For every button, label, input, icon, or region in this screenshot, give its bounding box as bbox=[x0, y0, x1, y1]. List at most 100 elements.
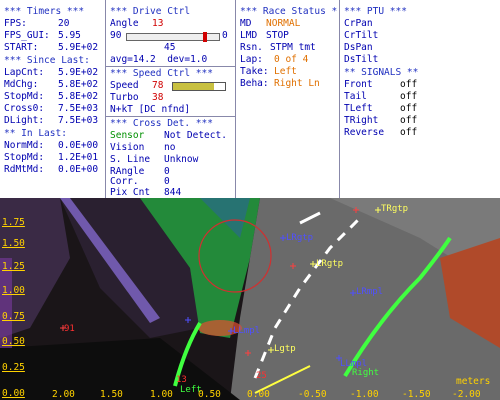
drive-column: *** Drive Ctrl Angle 13 90 0 45 avg=14.2… bbox=[106, 0, 236, 198]
signal-label-tleft: TLeft bbox=[344, 103, 373, 114]
inlast-label-stopmd: StopMd: bbox=[4, 152, 45, 163]
turbo-value: 38 bbox=[152, 92, 164, 103]
race-value-lmd: STOP bbox=[266, 30, 289, 41]
marker-label-91: 91 bbox=[64, 324, 75, 334]
ptu-item-dstilt[interactable]: DsTilt bbox=[344, 54, 378, 65]
sensor-value: Not Detect. bbox=[164, 130, 227, 141]
since-label-dlight: DLight: bbox=[4, 115, 45, 126]
slider-max-label: 0 bbox=[222, 30, 228, 41]
camera-scene: TRgtp LRgtp LRgtp LRmpl LLmpl Lgtp LLmpl… bbox=[0, 198, 500, 400]
speed-bar-fill bbox=[173, 83, 214, 90]
signal-label-reverse: Reverse bbox=[344, 127, 385, 138]
since-value-lapcnt: 5.9E+02 bbox=[58, 67, 99, 78]
speed-label: Speed bbox=[110, 80, 139, 91]
signal-value-tail: off bbox=[400, 91, 418, 102]
inlast-value-normmd: 0.0E+00 bbox=[58, 140, 99, 151]
race-label-beha: Beha: bbox=[240, 78, 269, 89]
nkt-text: N+kT [DC nfnd] bbox=[110, 104, 191, 115]
slider-mid-label: 45 bbox=[164, 42, 176, 53]
race-label-rsn: Rsn. bbox=[240, 42, 263, 53]
since-value-cross0: 7.5E+03 bbox=[58, 103, 99, 114]
race-label-lap: Lap: bbox=[240, 54, 263, 65]
speed-value: 78 bbox=[152, 80, 164, 91]
race-status-column: *** Race Status * MD NORMAL LMD STOP Rsn… bbox=[236, 0, 340, 198]
since-label-cross0: Cross0: bbox=[4, 103, 45, 114]
since-value-stopmd: 5.8E+02 bbox=[58, 91, 99, 102]
race-value-md: NORMAL bbox=[266, 18, 301, 29]
x-tick-1-50: 1.50 bbox=[100, 389, 123, 400]
race-label-lmd: LMD bbox=[240, 30, 258, 41]
inlast-label-rdmtmd: RdMtMd: bbox=[4, 164, 45, 175]
y-tick-0-25: 0.25 bbox=[2, 362, 25, 373]
y-tick-1-50: 1.50 bbox=[2, 238, 25, 249]
y-tick-0-00: 0.00 bbox=[2, 388, 25, 399]
slider-min-label: 90 bbox=[110, 30, 122, 41]
ptu-title: *** PTU *** bbox=[344, 6, 407, 17]
divider bbox=[106, 66, 235, 67]
ptu-item-crpan[interactable]: CrPan bbox=[344, 18, 373, 29]
camera-view[interactable]: TRgtp LRgtp LRgtp LRmpl LLmpl Lgtp LLmpl… bbox=[0, 198, 500, 400]
marker-label-right: Right bbox=[352, 368, 379, 378]
y-tick-1-75: 1.75 bbox=[2, 217, 25, 228]
race-label-take: Take: bbox=[240, 66, 269, 77]
pix-label: Pix Cnt bbox=[110, 187, 151, 198]
signal-label-tright: TRight bbox=[344, 115, 379, 126]
sline-value: Unknow bbox=[164, 154, 199, 165]
avg-dev-text: avg=14.2 dev=1.0 bbox=[110, 54, 208, 65]
timers-column: *** Timers *** FPS: 20 FPS_GUI: 5.95 STA… bbox=[0, 0, 106, 198]
race-value-beha: Right Ln bbox=[274, 78, 320, 89]
race-value-take: Left bbox=[274, 66, 297, 77]
ptu-item-dspan[interactable]: DsPan bbox=[344, 42, 373, 53]
timer-label-start: START: bbox=[4, 42, 39, 53]
in-last-title: ** In Last: bbox=[4, 128, 67, 139]
corr-value: 0 bbox=[164, 176, 170, 187]
signal-value-tleft: off bbox=[400, 103, 418, 114]
timer-value-fps: 20 bbox=[58, 18, 70, 29]
vision-value: no bbox=[164, 142, 176, 153]
marker-label-25: 25 bbox=[256, 371, 267, 381]
y-tick-1-25: 1.25 bbox=[2, 261, 25, 272]
inlast-value-rdmtmd: 0.0E+00 bbox=[58, 164, 99, 175]
since-label-stopmd: StopMd: bbox=[4, 91, 45, 102]
angle-label: Angle bbox=[110, 18, 139, 29]
since-value-dlight: 7.5E+03 bbox=[58, 115, 99, 126]
x-tick-neg-1-00: -1.00 bbox=[350, 389, 379, 400]
inlast-value-stopmd: 1.2E+01 bbox=[58, 152, 99, 163]
divider bbox=[106, 116, 235, 117]
marker-label-13: 13 bbox=[176, 375, 187, 385]
timer-label-fps-gui: FPS_GUI: bbox=[4, 30, 50, 41]
signal-label-front: Front bbox=[344, 79, 373, 90]
turbo-label: Turbo bbox=[110, 92, 139, 103]
since-label-lapcnt: LapCnt: bbox=[4, 67, 45, 78]
timer-value-start: 5.9E+02 bbox=[58, 42, 99, 53]
sline-label: S. Line bbox=[110, 154, 151, 165]
signals-title: ** SIGNALS ** bbox=[344, 67, 419, 78]
drive-title: *** Drive Ctrl bbox=[110, 6, 191, 17]
marker-label-lrgtp-blue: LRgtp bbox=[286, 233, 313, 243]
signal-value-front: off bbox=[400, 79, 418, 90]
marker-label-llmpl: LLmpl bbox=[233, 326, 260, 336]
x-tick-neg-1-50: -1.50 bbox=[402, 389, 431, 400]
angle-slider-thumb[interactable] bbox=[202, 32, 207, 42]
race-value-rsn: STPM tmt bbox=[270, 42, 316, 53]
sensor-label: Sensor bbox=[110, 130, 145, 141]
signal-value-reverse: off bbox=[400, 127, 418, 138]
since-label-mdchg: MdChg: bbox=[4, 79, 39, 90]
signal-value-tright: off bbox=[400, 115, 418, 126]
speed-bar bbox=[172, 82, 226, 91]
ptu-column: *** PTU *** CrPan CrTilt DsPan DsTilt **… bbox=[340, 0, 500, 198]
marker-label-lrgtp-yellow: LRgtp bbox=[316, 259, 343, 269]
timer-value-fps-gui: 5.95 bbox=[58, 30, 81, 41]
ptu-item-crtilt[interactable]: CrTilt bbox=[344, 30, 378, 41]
vision-label: Vision bbox=[110, 142, 145, 153]
x-tick-2-00: 2.00 bbox=[52, 389, 75, 400]
x-tick-neg-2-00: -2.00 bbox=[452, 389, 481, 400]
y-tick-0-50: 0.50 bbox=[2, 336, 25, 347]
marker-label-lrmpl: LRmpl bbox=[356, 287, 383, 297]
timer-label-fps: FPS: bbox=[4, 18, 27, 29]
race-status-title: *** Race Status * bbox=[240, 6, 338, 17]
x-tick-0-50: 0.50 bbox=[198, 389, 221, 400]
status-panel: *** Timers *** FPS: 20 FPS_GUI: 5.95 STA… bbox=[0, 0, 500, 198]
angle-slider[interactable] bbox=[126, 32, 220, 42]
speed-title: *** Speed Ctrl *** bbox=[110, 68, 213, 79]
